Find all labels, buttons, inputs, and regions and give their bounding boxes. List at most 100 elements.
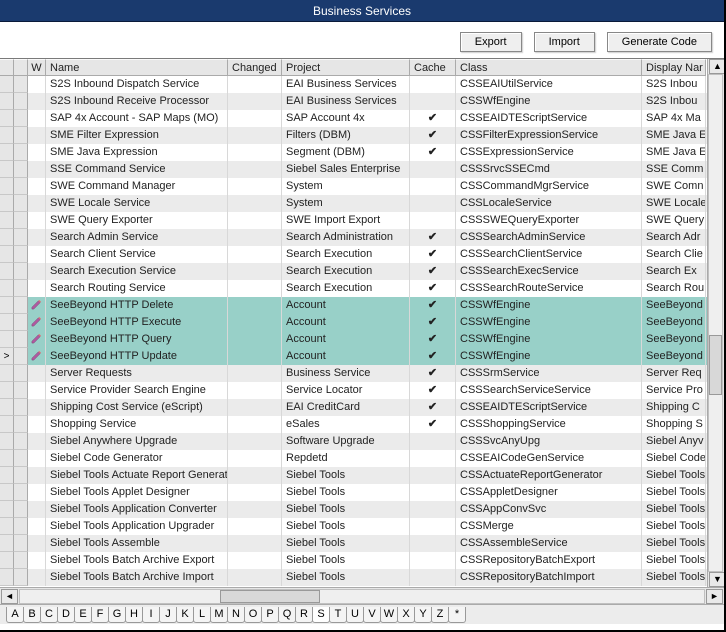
cell-cache[interactable] xyxy=(410,195,456,212)
alpha-tab-y[interactable]: Y xyxy=(414,607,432,623)
cell-name[interactable]: SME Filter Expression xyxy=(46,127,228,144)
alpha-tab-x[interactable]: X xyxy=(397,607,415,623)
cell-name[interactable]: Server Requests xyxy=(46,365,228,382)
cell-display-name[interactable]: SeeBeyond xyxy=(642,331,706,348)
cell-cache[interactable]: ✔ xyxy=(410,416,456,433)
row-header[interactable] xyxy=(14,93,28,110)
col-header-w[interactable]: W xyxy=(28,59,46,76)
cell-project[interactable]: Search Execution xyxy=(282,246,410,263)
table-row[interactable]: SWE Command ManagerSystemCSSCommandMgrSe… xyxy=(0,178,724,195)
cell-changed[interactable] xyxy=(228,161,282,178)
row-header[interactable] xyxy=(14,365,28,382)
cell-display-name[interactable]: Search Ex xyxy=(642,263,706,280)
table-row[interactable]: SeeBeyond HTTP ExecuteAccount✔CSSWfEngin… xyxy=(0,314,724,331)
cell-changed[interactable] xyxy=(228,501,282,518)
cell-project[interactable]: Software Upgrade xyxy=(282,433,410,450)
table-row[interactable]: Siebel Tools Batch Archive ExportSiebel … xyxy=(0,552,724,569)
cell-project[interactable]: EAI Business Services xyxy=(282,76,410,93)
cell-name[interactable]: Service Provider Search Engine xyxy=(46,382,228,399)
cell-class[interactable]: CSSSvcAnyUpg xyxy=(456,433,642,450)
cell-name[interactable]: Siebel Tools Assemble xyxy=(46,535,228,552)
cell-name[interactable]: Siebel Tools Batch Archive Export xyxy=(46,552,228,569)
cell-project[interactable]: Siebel Tools xyxy=(282,501,410,518)
export-button[interactable]: Export xyxy=(460,32,522,52)
cell-changed[interactable] xyxy=(228,144,282,161)
cell-cache[interactable] xyxy=(410,467,456,484)
cell-cache[interactable]: ✔ xyxy=(410,229,456,246)
cell-class[interactable]: CSSRepositoryBatchExport xyxy=(456,552,642,569)
cell-class[interactable]: CSSEAIUtilService xyxy=(456,76,642,93)
cell-changed[interactable] xyxy=(228,110,282,127)
alpha-tab-k[interactable]: K xyxy=(176,607,194,623)
cell-display-name[interactable]: SWE Locale xyxy=(642,195,706,212)
cell-class[interactable]: CSSMerge xyxy=(456,518,642,535)
cell-class[interactable]: CSSWfEngine xyxy=(456,297,642,314)
cell-cache[interactable] xyxy=(410,501,456,518)
cell-name[interactable]: Siebel Code Generator xyxy=(46,450,228,467)
cell-changed[interactable] xyxy=(228,399,282,416)
cell-display-name[interactable]: Server Req xyxy=(642,365,706,382)
cell-display-name[interactable]: Siebel Tools xyxy=(642,501,706,518)
cell-w[interactable] xyxy=(28,263,46,280)
cell-project[interactable]: System xyxy=(282,195,410,212)
row-header[interactable] xyxy=(14,195,28,212)
cell-class[interactable]: CSSExpressionService xyxy=(456,144,642,161)
cell-name[interactable]: Siebel Tools Actuate Report Generator xyxy=(46,467,228,484)
cell-class[interactable]: CSSSrvcSSECmd xyxy=(456,161,642,178)
cell-changed[interactable] xyxy=(228,178,282,195)
row-header[interactable] xyxy=(14,76,28,93)
cell-changed[interactable] xyxy=(228,484,282,501)
cell-display-name[interactable]: S2S Inbou xyxy=(642,93,706,110)
cell-name[interactable]: SeeBeyond HTTP Query xyxy=(46,331,228,348)
row-header[interactable] xyxy=(14,331,28,348)
cell-display-name[interactable]: SWE Query xyxy=(642,212,706,229)
cell-project[interactable]: Service Locator xyxy=(282,382,410,399)
cell-display-name[interactable]: SME Java E xyxy=(642,127,706,144)
col-header-cache[interactable]: Cache xyxy=(410,59,456,76)
alpha-tab-f[interactable]: F xyxy=(91,607,109,623)
cell-cache[interactable] xyxy=(410,93,456,110)
cell-display-name[interactable]: Search Rou xyxy=(642,280,706,297)
cell-project[interactable]: System xyxy=(282,178,410,195)
cell-w[interactable] xyxy=(28,535,46,552)
cell-changed[interactable] xyxy=(228,314,282,331)
cell-changed[interactable] xyxy=(228,195,282,212)
generate-code-button[interactable]: Generate Code xyxy=(607,32,712,52)
cell-class[interactable]: CSSSearchClientService xyxy=(456,246,642,263)
cell-display-name[interactable]: Shipping C xyxy=(642,399,706,416)
table-row[interactable]: Siebel Tools Application UpgraderSiebel … xyxy=(0,518,724,535)
cell-changed[interactable] xyxy=(228,212,282,229)
cell-class[interactable]: CSSWfEngine xyxy=(456,331,642,348)
col-header-project[interactable]: Project xyxy=(282,59,410,76)
row-header[interactable] xyxy=(14,161,28,178)
vscroll-thumb[interactable] xyxy=(709,335,722,395)
cell-display-name[interactable]: Search Adr xyxy=(642,229,706,246)
cell-name[interactable]: Search Routing Service xyxy=(46,280,228,297)
cell-cache[interactable] xyxy=(410,450,456,467)
cell-cache[interactable] xyxy=(410,484,456,501)
cell-project[interactable]: Siebel Tools xyxy=(282,569,410,586)
cell-name[interactable]: SWE Command Manager xyxy=(46,178,228,195)
cell-name[interactable]: Siebel Anywhere Upgrade xyxy=(46,433,228,450)
cell-changed[interactable] xyxy=(228,280,282,297)
cell-w[interactable] xyxy=(28,399,46,416)
cell-project[interactable]: Siebel Tools xyxy=(282,484,410,501)
row-header[interactable] xyxy=(14,569,28,586)
cell-display-name[interactable]: Siebel Tools xyxy=(642,484,706,501)
table-row[interactable]: Siebel Tools Application ConverterSiebel… xyxy=(0,501,724,518)
row-header[interactable] xyxy=(14,144,28,161)
alpha-tab-m[interactable]: M xyxy=(210,607,228,623)
cell-w[interactable] xyxy=(28,93,46,110)
table-row[interactable]: >SeeBeyond HTTP UpdateAccount✔CSSWfEngin… xyxy=(0,348,724,365)
cell-class[interactable]: CSSRepositoryBatchImport xyxy=(456,569,642,586)
cell-changed[interactable] xyxy=(228,365,282,382)
cell-class[interactable]: CSSWfEngine xyxy=(456,93,642,110)
hscroll-track[interactable] xyxy=(19,589,705,604)
row-header[interactable] xyxy=(14,263,28,280)
scroll-up-button[interactable]: ▲ xyxy=(709,59,724,74)
cell-name[interactable]: S2S Inbound Dispatch Service xyxy=(46,76,228,93)
cell-name[interactable]: Siebel Tools Applet Designer xyxy=(46,484,228,501)
table-row[interactable]: S2S Inbound Dispatch Service EAI Business… xyxy=(0,76,724,93)
alpha-tab-v[interactable]: V xyxy=(363,607,381,623)
cell-w[interactable] xyxy=(28,382,46,399)
